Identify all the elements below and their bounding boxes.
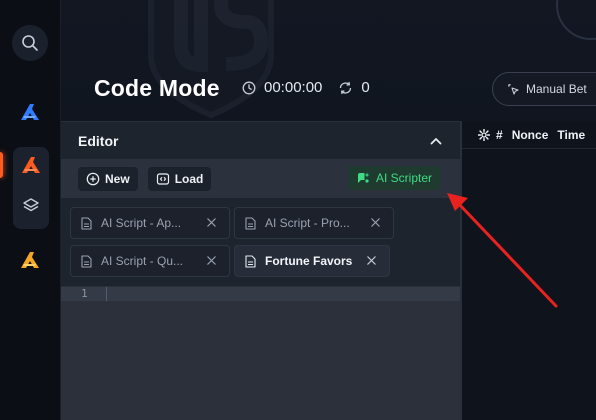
search-button[interactable] [12, 25, 48, 61]
script-tabs: AI Script - Ap... AI Script - Pro... AI … [61, 198, 460, 286]
script-tab-1[interactable]: AI Script - Ap... [70, 207, 230, 239]
active-line [61, 287, 460, 301]
cursor-click-icon [508, 83, 519, 95]
sidebar-item-blue-logo[interactable] [15, 97, 45, 127]
editor-title: Editor [78, 132, 119, 149]
document-icon [245, 254, 256, 268]
code-box-icon [156, 172, 169, 185]
new-label: New [105, 171, 130, 186]
search-icon [22, 35, 38, 51]
load-label: Load [174, 171, 204, 186]
plus-circle-icon [86, 172, 100, 185]
left-sidebar [0, 0, 61, 420]
ai-scripter-label: AI Scripter [376, 171, 433, 185]
close-icon[interactable] [206, 217, 217, 228]
gutter-divider [106, 287, 107, 301]
code-editor[interactable]: 1 [61, 286, 460, 420]
document-icon [81, 254, 92, 268]
page-header: Code Mode 00:00:00 0 Manual Bet [61, 0, 596, 121]
ai-sparkle-icon [358, 172, 370, 183]
manual-bet-label: Manual Bet [526, 82, 587, 96]
brand-a-orange-icon [22, 157, 40, 173]
document-icon [81, 216, 92, 230]
tab-label: AI Script - Ap... [101, 216, 182, 230]
ai-scripter-button[interactable]: AI Scripter [348, 166, 441, 190]
col-hash: # [496, 127, 503, 142]
sidebar-item-yellow-logo[interactable] [15, 245, 45, 275]
close-icon[interactable] [366, 255, 377, 266]
active-indicator [0, 152, 3, 178]
editor-header[interactable]: Editor [61, 122, 460, 159]
sidebar-item-layers[interactable] [16, 191, 46, 221]
editor-panel: Editor New Load AI Scripter AI Script - … [61, 121, 460, 420]
load-script-button[interactable]: Load [147, 166, 212, 191]
line-number: 1 [81, 287, 88, 300]
page-title: Code Mode [94, 75, 220, 101]
col-nonce[interactable]: Nonce [512, 128, 549, 142]
tab-label: Fortune Favors [265, 254, 353, 268]
session-meta: 00:00:00 0 [242, 79, 370, 96]
results-table-header: # Nonce Time [462, 121, 596, 149]
sidebar-item-orange-logo[interactable] [16, 150, 46, 180]
hero-ring-graphic [556, 0, 596, 40]
col-time[interactable]: Time [557, 128, 585, 142]
close-icon[interactable] [370, 217, 381, 228]
clock-icon [242, 81, 256, 94]
layers-icon [23, 198, 39, 212]
manual-bet-button[interactable]: Manual Bet [492, 72, 596, 106]
results-panel: # Nonce Time [460, 121, 596, 420]
hero-shield-graphic [148, 0, 274, 119]
repeat-icon [340, 81, 352, 94]
document-icon [245, 216, 256, 230]
editor-toolbar: New Load AI Scripter [61, 159, 460, 198]
brand-a-yellow-icon [21, 252, 39, 268]
script-tab-2[interactable]: AI Script - Pro... [234, 207, 394, 239]
gear-icon[interactable] [478, 128, 490, 141]
script-tab-3[interactable]: AI Script - Qu... [70, 245, 230, 277]
close-icon[interactable] [206, 255, 217, 266]
tab-label: AI Script - Qu... [101, 254, 184, 268]
new-script-button[interactable]: New [78, 166, 138, 191]
repeat-count: 0 [361, 79, 370, 96]
session-timer: 00:00:00 [264, 79, 323, 96]
script-tab-4-active[interactable]: Fortune Favors [234, 245, 390, 277]
chevron-up-icon[interactable] [430, 137, 442, 145]
brand-a-blue-icon [21, 104, 39, 120]
tab-label: AI Script - Pro... [265, 216, 350, 230]
